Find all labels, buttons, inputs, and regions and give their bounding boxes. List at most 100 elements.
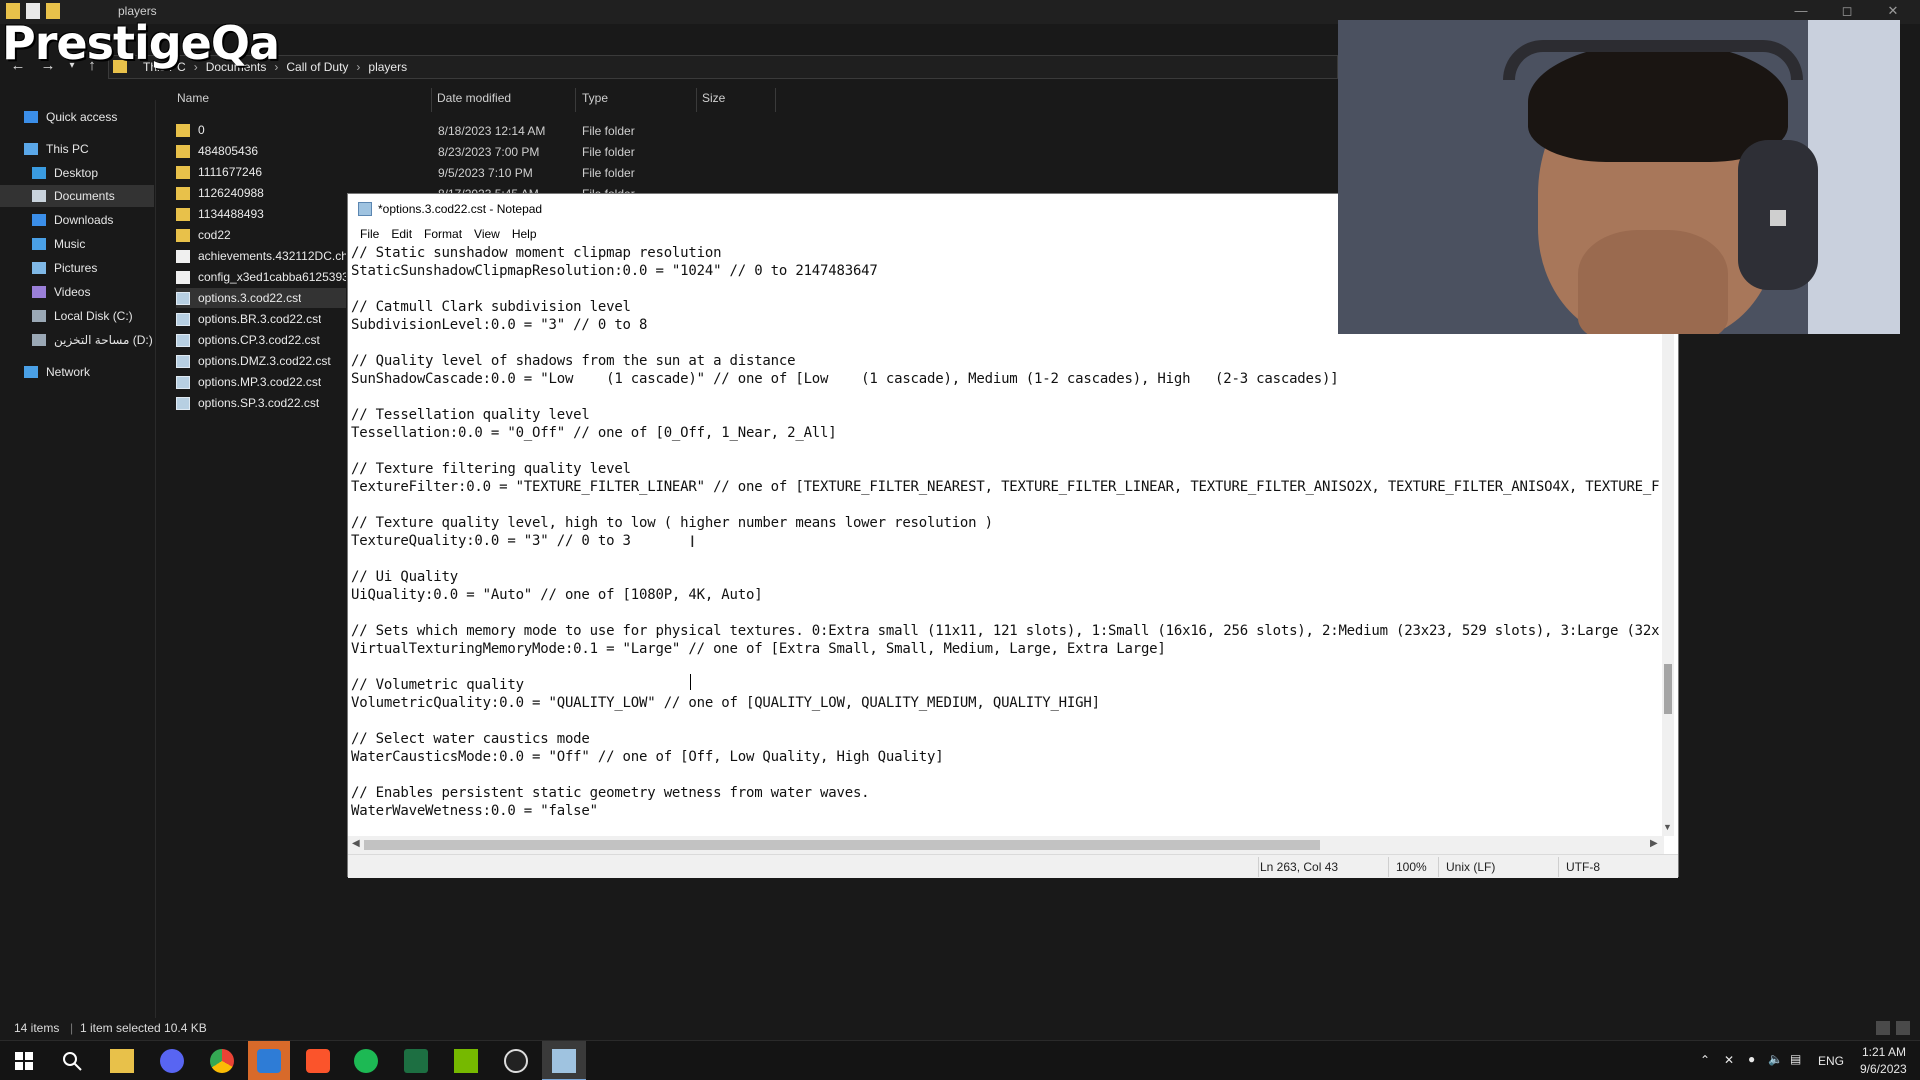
notepad-status-bar: Ln 263, Col 43 100% Unix (LF) UTF-8 — [348, 854, 1678, 878]
status-divider — [1438, 857, 1439, 877]
search-icon[interactable] — [60, 1049, 84, 1073]
videos-icon — [32, 286, 46, 298]
column-divider[interactable] — [431, 88, 432, 112]
microphone-icon[interactable]: ● — [1748, 1052, 1755, 1066]
text-line: // Quality level of shadows from the sun… — [351, 353, 796, 369]
horizontal-scrollbar[interactable]: ◀ ▶ — [348, 836, 1664, 854]
sidebar-item-videos[interactable]: Videos — [32, 281, 154, 303]
network-icon[interactable]: ▤ — [1790, 1052, 1801, 1066]
tray-app-icon[interactable]: ✕ — [1724, 1053, 1734, 1067]
active-notepad-tile[interactable] — [542, 1041, 586, 1080]
text-line: // Select water caustics mode — [351, 731, 590, 747]
webcam-overlay — [1338, 20, 1900, 334]
file-row[interactable]: achievements.432112DC.chv — [176, 246, 346, 266]
obs-icon[interactable] — [504, 1049, 528, 1073]
clock-date[interactable]: 9/6/2023 — [1860, 1062, 1907, 1076]
file-row[interactable]: options.BR.3.cod22.cst — [176, 309, 346, 329]
text-line: WaterCausticsMode:0.0 = "Off" // one of … — [351, 749, 944, 765]
status-divider — [1258, 857, 1259, 877]
active-app-tile[interactable] — [248, 1041, 290, 1080]
scroll-right-arrow-icon[interactable]: ▶ — [1650, 838, 1658, 849]
status-divider: | — [70, 1021, 74, 1035]
column-header-date-modified[interactable]: Date modified — [437, 91, 511, 105]
menu-view[interactable]: View — [468, 224, 506, 244]
file-explorer-icon[interactable] — [110, 1049, 134, 1073]
clock-time[interactable]: 1:21 AM — [1862, 1045, 1906, 1059]
sidebar-item-network[interactable]: Network — [24, 361, 154, 383]
language-indicator[interactable]: ENG — [1818, 1054, 1844, 1068]
text-line: // Texture filtering quality level — [351, 461, 631, 477]
file-date: 8/23/2023 7:00 PM — [438, 145, 540, 159]
excel-icon[interactable] — [404, 1049, 428, 1073]
scroll-down-arrow-icon[interactable]: ▼ — [1663, 822, 1672, 832]
sidebar-item-downloads[interactable]: Downloads — [32, 209, 154, 231]
brave-icon[interactable] — [306, 1049, 330, 1073]
breadcrumb-players[interactable]: players — [368, 60, 407, 74]
app-icon — [257, 1049, 281, 1073]
file-row[interactable]: 1111677246 — [176, 162, 426, 182]
zoom-level: 100% — [1396, 860, 1427, 874]
download-icon — [32, 214, 46, 226]
notepad-icon — [552, 1049, 576, 1073]
column-divider[interactable] — [775, 88, 776, 112]
text-line: // Texture quality level, high to low ( … — [351, 515, 993, 531]
column-header-name[interactable]: Name — [177, 91, 209, 105]
file-row-selected[interactable]: options.3.cod22.cst — [176, 288, 346, 308]
sidebar-item-pictures[interactable]: Pictures — [32, 257, 154, 279]
notepad-window-title: *options.3.cod22.cst - Notepad — [378, 202, 543, 216]
volume-icon[interactable]: 🔈 — [1768, 1052, 1783, 1066]
discord-icon[interactable] — [160, 1049, 184, 1073]
text-line — [351, 388, 1660, 406]
vertical-scroll-thumb[interactable] — [1664, 664, 1672, 714]
spotify-icon[interactable] — [354, 1049, 378, 1073]
show-hidden-icons-chevron-icon[interactable]: ⌃ — [1700, 1053, 1710, 1067]
nvidia-icon[interactable] — [454, 1049, 478, 1073]
sidebar-item-this-pc[interactable]: This PC — [24, 138, 154, 160]
chrome-icon[interactable] — [210, 1049, 234, 1073]
file-row[interactable]: options.MP.3.cod22.cst — [176, 372, 346, 392]
file-row[interactable]: 0 — [176, 120, 426, 140]
document-icon — [176, 291, 190, 305]
scroll-left-arrow-icon[interactable]: ◀ — [352, 838, 360, 849]
file-row[interactable]: 484805436 — [176, 141, 426, 161]
file-row[interactable]: config_x3ed1cabba6125393e — [176, 267, 346, 287]
menu-format[interactable]: Format — [418, 224, 468, 244]
sidebar-item-desktop[interactable]: Desktop — [32, 162, 154, 184]
mouse-ibeam-cursor: I — [690, 532, 695, 551]
horizontal-scroll-thumb[interactable] — [364, 840, 1320, 850]
sidebar-item-quick-access[interactable]: Quick access — [24, 106, 154, 128]
file-row[interactable]: options.CP.3.cod22.cst — [176, 330, 346, 350]
sidebar-item-music[interactable]: Music — [32, 233, 154, 255]
file-date: 8/18/2023 12:14 AM — [438, 124, 546, 138]
file-row[interactable]: options.DMZ.3.cod22.cst — [176, 351, 346, 371]
address-bar[interactable]: This PC › Documents › Call of Duty › pla… — [108, 55, 1338, 79]
column-divider[interactable] — [696, 88, 697, 112]
folder-icon — [176, 207, 190, 221]
folder-icon — [176, 165, 190, 179]
file-row[interactable]: options.SP.3.cod22.cst — [176, 393, 346, 413]
star-icon — [24, 111, 38, 123]
breadcrumb-call-of-duty[interactable]: Call of Duty — [286, 60, 348, 74]
sidebar-item-local-disk-c[interactable]: Local Disk (C:) — [32, 305, 154, 327]
file-type: File folder — [582, 145, 635, 159]
column-header-size[interactable]: Size — [702, 91, 725, 105]
folder-icon — [176, 186, 190, 200]
sidebar-item-drive-d[interactable]: مساحة التخزين (D:) — [32, 329, 154, 351]
column-divider[interactable] — [575, 88, 576, 112]
windows-start-icon[interactable] — [12, 1049, 36, 1073]
sidebar-item-documents[interactable]: Documents — [0, 185, 154, 207]
column-header-type[interactable]: Type — [582, 91, 608, 105]
details-view-icon[interactable] — [1876, 1021, 1890, 1035]
tiles-view-icon[interactable] — [1896, 1021, 1910, 1035]
menu-edit[interactable]: Edit — [385, 224, 418, 244]
menu-help[interactable]: Help — [506, 224, 543, 244]
folder-icon — [176, 144, 190, 158]
text-line: // Sets which memory mode to use for phy… — [351, 623, 1660, 639]
file-date: 9/5/2023 7:10 PM — [438, 166, 533, 180]
documents-icon — [32, 190, 46, 202]
menu-file[interactable]: File — [354, 224, 385, 244]
text-line: SunShadowCascade:0.0 = "Low (1 cascade)"… — [351, 371, 1339, 387]
text-line: TextureQuality:0.0 = "3" // 0 to 3 — [351, 533, 631, 549]
folder-icon — [176, 123, 190, 137]
text-line — [351, 604, 1660, 622]
